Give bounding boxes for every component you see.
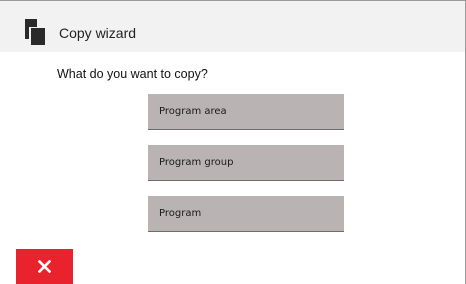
copy-wizard-window: Copy wizard What do you want to copy? Pr… <box>0 0 466 284</box>
wizard-prompt: What do you want to copy? <box>57 67 208 81</box>
program-area-button[interactable]: Program area <box>148 94 344 130</box>
program-label: Program <box>159 208 202 219</box>
copy-documents-icon <box>25 19 45 45</box>
title-bar: Copy wizard <box>0 1 465 52</box>
program-group-button[interactable]: Program group <box>148 145 344 181</box>
window-title: Copy wizard <box>59 25 137 41</box>
program-group-label: Program group <box>159 157 234 168</box>
cancel-button[interactable] <box>16 249 73 284</box>
program-area-label: Program area <box>159 106 227 117</box>
close-x-icon <box>38 260 51 273</box>
program-button[interactable]: Program <box>148 196 344 232</box>
